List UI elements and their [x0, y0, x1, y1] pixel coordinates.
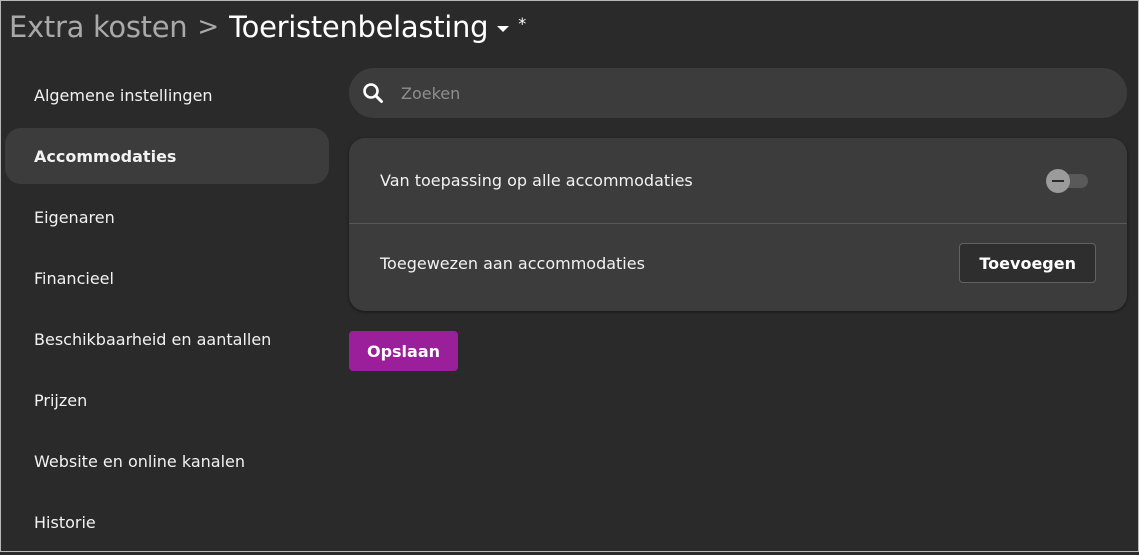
- breadcrumb: Extra kosten > Toeristenbelasting *: [9, 7, 526, 47]
- add-button[interactable]: Toevoegen: [959, 243, 1096, 283]
- breadcrumb-parent[interactable]: Extra kosten: [9, 10, 188, 44]
- assigned-label: Toegewezen aan accommodaties: [380, 253, 645, 273]
- sidebar-item-algemene-instellingen[interactable]: Algemene instellingen: [5, 67, 329, 123]
- sidebar-item-financieel[interactable]: Financieel: [5, 250, 329, 306]
- sidebar-item-website[interactable]: Website en online kanalen: [5, 433, 329, 489]
- sidebar-item-label: Financieel: [34, 268, 114, 288]
- sidebar-item-label: Historie: [34, 512, 96, 532]
- sidebar-item-historie[interactable]: Historie: [5, 494, 329, 550]
- sidebar-item-label: Website en online kanalen: [34, 451, 245, 471]
- caret-down-icon[interactable]: [497, 26, 510, 32]
- sidebar-item-label: Eigenaren: [34, 207, 115, 227]
- sidebar-item-label: Accommodaties: [34, 146, 177, 166]
- sidebar-item-prijzen[interactable]: Prijzen: [5, 372, 329, 428]
- sidebar-item-label: Beschikbaarheid en aantallen: [34, 329, 272, 349]
- sidebar-item-label: Algemene instellingen: [34, 85, 213, 105]
- unsaved-indicator: *: [518, 13, 527, 33]
- page-title[interactable]: Toeristenbelasting: [229, 10, 488, 44]
- save-button[interactable]: Opslaan: [349, 331, 458, 371]
- sidebar-item-accommodaties[interactable]: Accommodaties: [5, 128, 329, 184]
- apply-all-label: Van toepassing op alle accommodaties: [380, 171, 693, 190]
- search-input[interactable]: [399, 82, 1083, 104]
- search-icon[interactable]: [361, 81, 385, 105]
- minus-icon: [1052, 179, 1064, 182]
- apply-all-toggle[interactable]: [1046, 168, 1090, 193]
- assigned-row: Toegewezen aan accommodaties Toevoegen: [349, 225, 1127, 301]
- sidebar: Algemene instellingen Accommodaties Eige…: [5, 67, 329, 555]
- accommodations-card: Van toepassing op alle accommodaties Toe…: [349, 138, 1127, 311]
- search-bar[interactable]: [349, 68, 1127, 118]
- sidebar-item-beschikbaarheid[interactable]: Beschikbaarheid en aantallen: [5, 311, 329, 367]
- sidebar-item-eigenaren[interactable]: Eigenaren: [5, 189, 329, 245]
- toggle-thumb: [1046, 168, 1070, 193]
- breadcrumb-separator: >: [197, 12, 220, 42]
- apply-all-row: Van toepassing op alle accommodaties: [349, 138, 1127, 224]
- sidebar-item-label: Prijzen: [34, 390, 88, 410]
